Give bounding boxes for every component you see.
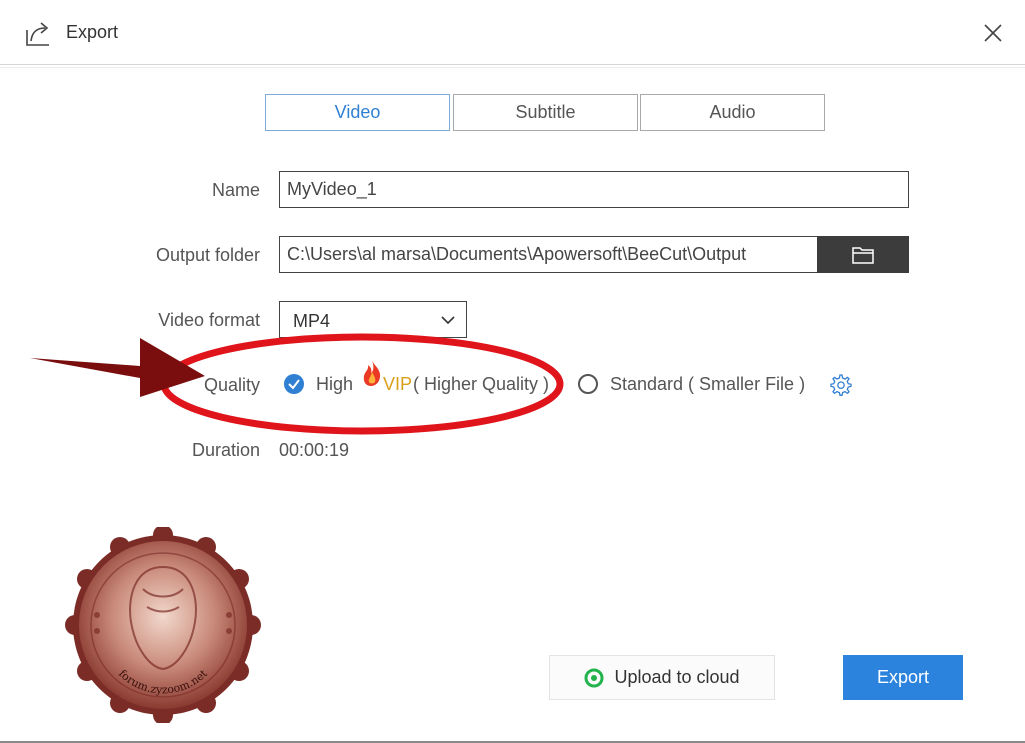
title-bar: Export: [0, 0, 1025, 66]
export-arrow-icon: [26, 22, 49, 46]
output-folder-input[interactable]: [279, 236, 819, 273]
fire-icon: [363, 360, 381, 386]
close-icon[interactable]: [980, 20, 1006, 46]
title-divider-shadow: [0, 67, 1025, 68]
check-icon: [288, 379, 300, 390]
video-format-select[interactable]: MP4: [279, 301, 467, 338]
cloud-upload-icon: [584, 668, 604, 687]
watermark-seal: forum.zyzoom.net: [65, 527, 261, 723]
name-input[interactable]: [279, 171, 909, 208]
title-divider: [0, 64, 1025, 65]
upload-to-cloud-button[interactable]: Upload to cloud: [549, 655, 775, 700]
tab-audio[interactable]: Audio: [640, 94, 825, 131]
export-button[interactable]: Export: [843, 655, 963, 700]
output-folder-label: Output folder: [155, 245, 260, 265]
duration-label: Duration: [191, 440, 260, 460]
folder-icon: [852, 246, 874, 264]
video-format-label: Video format: [158, 310, 260, 330]
quality-high-radio[interactable]: [284, 374, 304, 394]
chevron-down-icon: [441, 316, 455, 325]
vip-badge: VIP: [383, 374, 413, 394]
quality-label: Quality: [203, 375, 260, 395]
window-title: Export: [66, 22, 119, 42]
duration-value: 00:00:19: [279, 440, 350, 460]
quality-standard-radio[interactable]: [578, 374, 598, 394]
browse-folder-button[interactable]: [817, 236, 909, 273]
video-format-value: MP4: [293, 311, 331, 331]
quality-standard-label[interactable]: Standard ( Smaller File ): [610, 374, 805, 395]
name-label: Name: [211, 180, 260, 200]
tab-subtitle[interactable]: Subtitle: [453, 94, 638, 131]
quality-high-label[interactable]: High: [316, 374, 353, 395]
tab-video[interactable]: Video: [265, 94, 450, 131]
upload-to-cloud-label: Upload to cloud: [614, 667, 740, 687]
quality-high-note: ( Higher Quality ): [413, 374, 550, 394]
gear-icon[interactable]: [827, 372, 853, 398]
